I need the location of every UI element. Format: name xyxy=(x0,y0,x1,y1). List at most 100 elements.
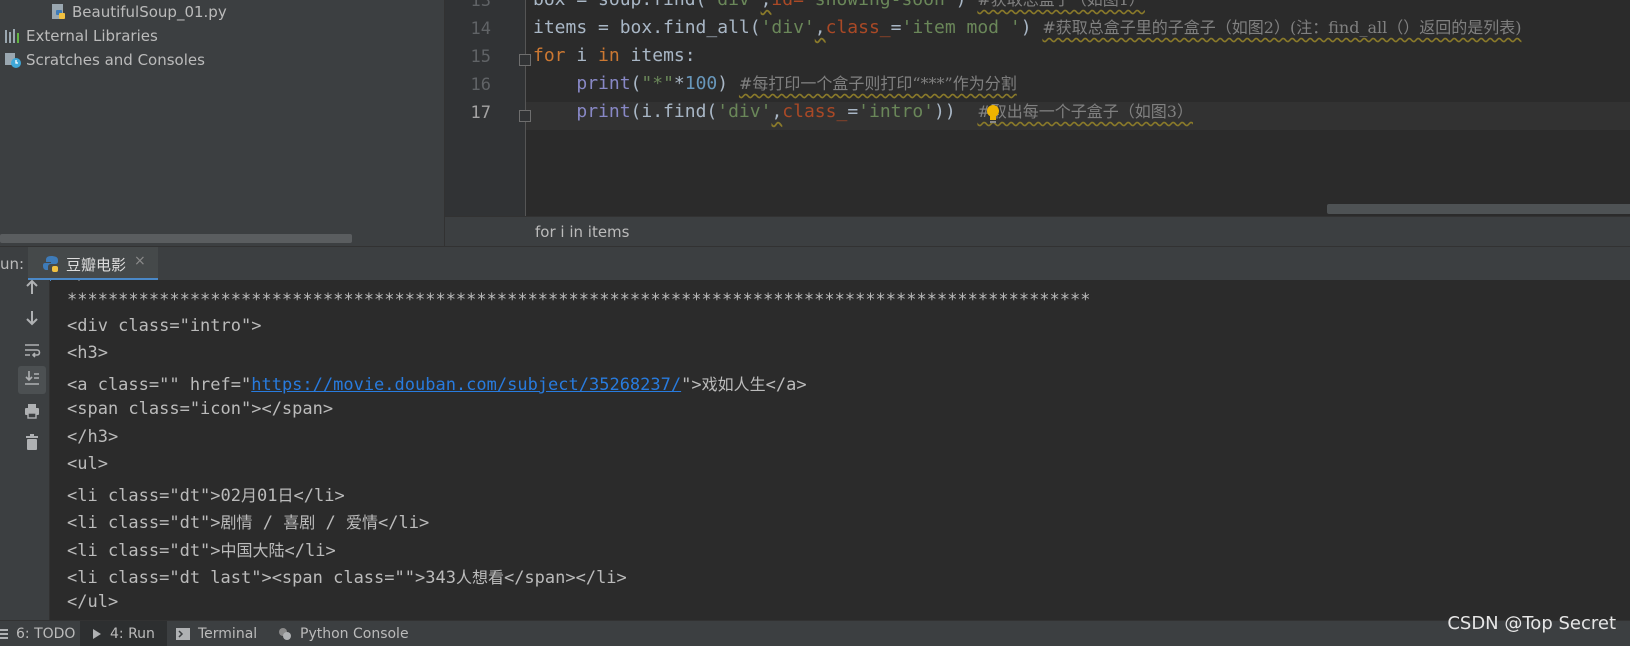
play-icon xyxy=(92,628,102,640)
python-file-icon xyxy=(50,3,68,21)
console-text: 剧情 xyxy=(220,513,253,532)
code-token: print xyxy=(576,73,631,94)
run-tab-label: 4: Run xyxy=(110,626,155,642)
console-text: 月 xyxy=(241,486,258,505)
lightbulb-icon[interactable] xyxy=(985,104,1001,126)
code-token: (i.find( xyxy=(630,101,718,122)
code-token: #取出每一个子盒子（如图3） xyxy=(977,102,1193,121)
clear-console-button[interactable] xyxy=(18,430,46,458)
console-link[interactable]: https://movie.douban.com/subject/3526823… xyxy=(251,375,681,395)
console-text: <ul> xyxy=(67,454,108,474)
terminal-tab-label: Terminal xyxy=(198,626,258,642)
console-text: <li class="dt"> xyxy=(67,541,221,561)
code-token: = xyxy=(890,17,902,38)
code-token: i xyxy=(565,45,599,66)
console-text: <li class="dt last"><span class="">343 xyxy=(67,568,456,588)
python-console-tab-label: Python Console xyxy=(300,626,409,642)
scroll-to-end-button[interactable] xyxy=(18,366,46,394)
list-icon xyxy=(0,628,8,640)
console-text: 01 xyxy=(257,486,278,506)
console-text: 中国大陆 xyxy=(220,541,285,560)
code-line-16[interactable]: print("*"*100) #每打印一个盒子则打印“***”作为分割 xyxy=(533,70,1017,98)
print-button[interactable] xyxy=(18,399,46,427)
console-line: <li class="dt">中国大陆</li> xyxy=(67,537,336,561)
tree-item-external-libraries[interactable]: External Libraries xyxy=(4,24,158,48)
console-line: <div class="intro"> xyxy=(67,316,261,336)
code-token: )) xyxy=(934,101,978,122)
fold-marker[interactable] xyxy=(519,110,531,122)
soft-wrap-button[interactable] xyxy=(18,338,46,366)
scroll-down-button[interactable] xyxy=(18,306,46,334)
console-text: <h3> xyxy=(67,343,108,363)
code-token: #获取总盒子（如图1） xyxy=(977,0,1145,9)
tree-item-label: BeautifulSoup_01.py xyxy=(72,3,227,21)
tree-item-label: External Libraries xyxy=(26,27,158,45)
code-token: , xyxy=(771,101,783,122)
code-token: 'intro' xyxy=(858,101,935,122)
breadcrumb[interactable]: for i in items xyxy=(535,223,629,241)
console-text: </div> xyxy=(67,280,128,284)
line-number: 17 xyxy=(470,103,491,123)
fold-marker[interactable] xyxy=(519,54,531,66)
breadcrumb-bar: for i in items xyxy=(445,216,1630,246)
console-text: / xyxy=(315,513,346,533)
code-token: in xyxy=(598,45,620,66)
library-icon xyxy=(4,27,22,45)
console-line: <h3> xyxy=(67,343,108,363)
console-text: 人想看 xyxy=(455,568,504,587)
code-token: 'item mod ' xyxy=(901,17,1021,38)
code-editor[interactable]: 13 14 15 16 17 box = soup.find('div',id=… xyxy=(445,0,1630,216)
console-line: <li class="dt">02月01日</li> xyxy=(67,482,345,506)
code-line-14[interactable]: items = box.find_all('div',class_='item … xyxy=(533,14,1521,42)
run-config-tab[interactable]: 豆瓣电影 × xyxy=(28,247,158,281)
code-token: #每打印一个盒子则打印“***”作为分割 xyxy=(738,74,1017,93)
code-token: for xyxy=(533,45,566,66)
project-horizontal-scrollbar[interactable] xyxy=(0,234,352,243)
close-icon[interactable]: × xyxy=(134,253,146,269)
console-text: 喜剧 xyxy=(283,513,316,532)
run-toolbar xyxy=(14,279,50,620)
editor-horizontal-scrollbar[interactable] xyxy=(1327,204,1630,214)
code-line-17[interactable]: print(i.find('div',class_='intro')) #取出每… xyxy=(533,98,1193,126)
line-number: 15 xyxy=(470,47,491,67)
tree-item-label: Scratches and Consoles xyxy=(26,51,205,69)
code-line-15[interactable]: for i in items: xyxy=(533,42,696,70)
console-line: <li class="dt">剧情 / 喜剧 / 爱情</li> xyxy=(67,509,429,533)
console-line: <li class="dt last"><span class="">343人想… xyxy=(67,564,627,588)
code-token: ) xyxy=(1020,17,1043,38)
tool-window-strip xyxy=(0,280,14,620)
console-text: 爱情 xyxy=(346,513,379,532)
tree-item-scratches[interactable]: Scratches and Consoles xyxy=(4,48,205,72)
code-token: 'div' xyxy=(717,101,772,122)
gutter-separator xyxy=(525,0,526,216)
soft-wrap-icon xyxy=(23,341,41,363)
console-line: <span class="icon"></span> xyxy=(67,399,333,419)
arrow-up-icon xyxy=(23,278,41,300)
code-token: , xyxy=(761,0,772,10)
console-text: "> xyxy=(681,375,702,395)
console-line: </h3> xyxy=(67,427,118,447)
console-text: <span class="icon"></span> xyxy=(67,399,334,419)
code-token: box = soup.find( xyxy=(533,0,706,10)
scroll-up-button[interactable] xyxy=(18,275,46,303)
python-console-tab[interactable]: Python Console xyxy=(278,621,409,646)
terminal-tab[interactable]: Terminal xyxy=(176,621,257,646)
code-token: ( xyxy=(630,73,642,94)
run-console-output[interactable]: </div> *********************************… xyxy=(51,280,1630,620)
code-line-13[interactable]: box = soup.find('div',id='showing-soon')… xyxy=(533,0,1145,14)
console-line: <a class="" href="https://movie.douban.c… xyxy=(67,371,807,395)
console-text: <a class="" href=" xyxy=(67,375,252,395)
todo-tab-label: 6: TODO xyxy=(16,626,76,642)
code-token: class_ xyxy=(782,101,848,122)
arrow-down-icon xyxy=(23,309,41,331)
tree-item-beautifulsoup-file[interactable]: BeautifulSoup_01.py xyxy=(50,0,227,24)
code-token: = xyxy=(847,101,859,122)
python-console-icon xyxy=(278,627,292,641)
todo-tab[interactable]: 6: TODO xyxy=(0,621,83,646)
console-text: 日 xyxy=(277,486,294,505)
run-tab[interactable]: 4: Run xyxy=(80,621,167,646)
console-text: </ul> xyxy=(67,592,119,612)
console-text: / xyxy=(252,513,284,533)
